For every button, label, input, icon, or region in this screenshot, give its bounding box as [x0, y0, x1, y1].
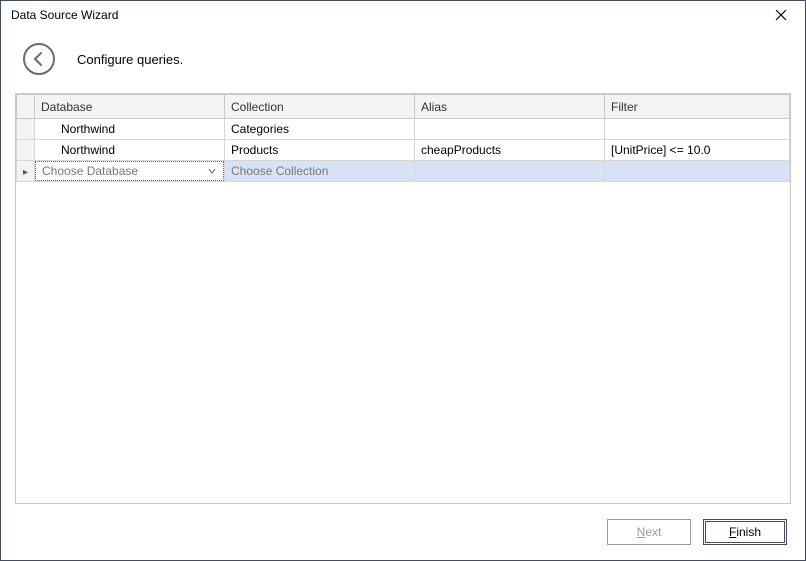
cell-database[interactable]: Northwind [35, 140, 225, 161]
cell-filter[interactable]: [UnitPrice] <= 10.0 [605, 140, 790, 161]
cell-alias[interactable] [415, 119, 605, 140]
cell-alias-empty[interactable] [415, 161, 605, 182]
cell-alias[interactable]: cheapProducts [415, 140, 605, 161]
database-placeholder: Choose Database [42, 164, 205, 178]
chevron-down-icon[interactable] [205, 164, 219, 178]
next-button: Next [607, 519, 691, 545]
grid-header-filter[interactable]: Filter [605, 95, 790, 119]
cell-collection[interactable]: Categories [225, 119, 415, 140]
wizard-window: Data Source Wizard Configure queries. Da… [0, 0, 806, 561]
wizard-header: Configure queries. [1, 29, 805, 93]
cell-filter-empty[interactable] [605, 161, 790, 182]
grid-header-database[interactable]: Database [35, 95, 225, 119]
titlebar: Data Source Wizard [1, 1, 805, 29]
grid-header-indicator [17, 95, 35, 119]
wizard-subtitle: Configure queries. [77, 52, 183, 67]
close-button[interactable] [767, 1, 795, 29]
grid-header-row: Database Collection Alias Filter [17, 95, 790, 119]
grid-new-row[interactable]: ▸ Choose Database Choose Collection [17, 161, 790, 182]
cell-collection-placeholder[interactable]: Choose Collection [225, 161, 415, 182]
cell-database[interactable]: Northwind [35, 119, 225, 140]
cell-filter[interactable] [605, 119, 790, 140]
finish-label-rest: inish [736, 525, 761, 539]
cell-database-editor[interactable]: Choose Database [35, 161, 225, 182]
next-label-rest: ext [645, 525, 661, 539]
queries-grid[interactable]: Database Collection Alias Filter Northwi… [15, 93, 791, 504]
current-row-icon: ▸ [23, 167, 28, 178]
back-button[interactable] [23, 43, 55, 75]
grid-row[interactable]: Northwind Categories [17, 119, 790, 140]
close-icon [775, 9, 787, 21]
grid-row[interactable]: Northwind Products cheapProducts [UnitPr… [17, 140, 790, 161]
row-indicator [17, 119, 35, 140]
wizard-footer: Next Finish [1, 504, 805, 560]
cell-collection[interactable]: Products [225, 140, 415, 161]
grid-header-alias[interactable]: Alias [415, 95, 605, 119]
row-indicator-current: ▸ [17, 161, 35, 182]
finish-button[interactable]: Finish [703, 519, 787, 545]
row-indicator [17, 140, 35, 161]
grid-header-collection[interactable]: Collection [225, 95, 415, 119]
arrow-left-icon [31, 51, 47, 67]
window-title: Data Source Wizard [11, 8, 767, 22]
